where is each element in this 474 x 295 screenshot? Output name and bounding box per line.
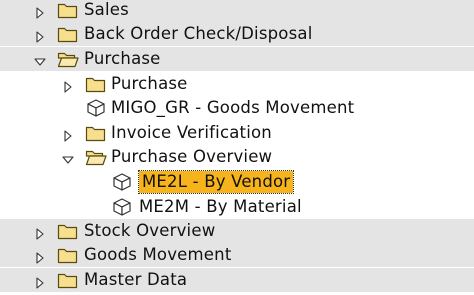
- tree-node-me2l-by-vendor[interactable]: ME2L - By Vendor: [0, 170, 474, 194]
- expand-arrow-icon[interactable]: [62, 78, 74, 93]
- folder-icon: [57, 245, 79, 265]
- expand-arrow-icon[interactable]: [34, 274, 46, 289]
- tree-node-label: Back Order Check/Disposal: [84, 24, 313, 43]
- tree-node-me2m-by-material[interactable]: ME2M - By Material: [0, 195, 474, 219]
- tree-node-label: Sales: [84, 0, 129, 19]
- open-folder-icon: [57, 49, 79, 69]
- tree-node-label: ME2L - By Vendor: [137, 170, 295, 194]
- folder-icon: [57, 270, 79, 290]
- transaction-cube-icon: [111, 197, 133, 217]
- tree-node-label: ME2M - By Material: [139, 197, 302, 216]
- tree-node-back-order-check-disposal[interactable]: Back Order Check/Disposal: [0, 22, 474, 46]
- folder-icon: [57, 0, 79, 20]
- tree-node-purchase[interactable]: Purchase: [0, 47, 474, 71]
- navigation-tree: Sales Back Order Check/Disposal Purchase Pu…: [0, 0, 474, 295]
- transaction-cube-icon: [85, 98, 107, 118]
- folder-icon: [57, 221, 79, 241]
- tree-node-label: Stock Overview: [84, 221, 216, 240]
- tree-node-label: Master Data: [84, 270, 188, 289]
- tree-node-migo-gr-goods-movement[interactable]: MIGO_GR - Goods Movement: [0, 96, 474, 120]
- folder-icon: [85, 123, 107, 143]
- tree-node-sales[interactable]: Sales: [0, 0, 474, 22]
- tree-node-purchase-sub[interactable]: Purchase: [0, 72, 474, 96]
- tree-node-label: Purchase Overview: [111, 147, 273, 166]
- tree-node-master-data[interactable]: Master Data: [0, 268, 474, 292]
- tree-node-invoice-verification[interactable]: Invoice Verification: [0, 121, 474, 145]
- tree-node-label: Invoice Verification: [111, 123, 272, 142]
- tree-node-purchase-overview[interactable]: Purchase Overview: [0, 145, 474, 169]
- expand-arrow-icon[interactable]: [34, 28, 46, 43]
- collapse-arrow-icon[interactable]: [34, 53, 46, 66]
- expand-arrow-icon[interactable]: [34, 4, 46, 19]
- tree-node-label: Goods Movement: [84, 245, 232, 264]
- tree-node-stock-overview[interactable]: Stock Overview: [0, 219, 474, 243]
- tree-node-label: MIGO_GR - Goods Movement: [111, 98, 355, 117]
- expand-arrow-icon[interactable]: [34, 225, 46, 240]
- expand-arrow-icon[interactable]: [62, 127, 74, 142]
- tree-node-label: Purchase: [111, 74, 188, 93]
- collapse-arrow-icon[interactable]: [62, 151, 74, 164]
- folder-icon: [57, 24, 79, 44]
- tree-node-label: Purchase: [84, 49, 161, 68]
- open-folder-icon: [85, 147, 107, 167]
- transaction-cube-icon: [111, 172, 133, 192]
- folder-icon: [85, 74, 107, 94]
- expand-arrow-icon[interactable]: [34, 249, 46, 264]
- tree-node-goods-movement[interactable]: Goods Movement: [0, 243, 474, 267]
